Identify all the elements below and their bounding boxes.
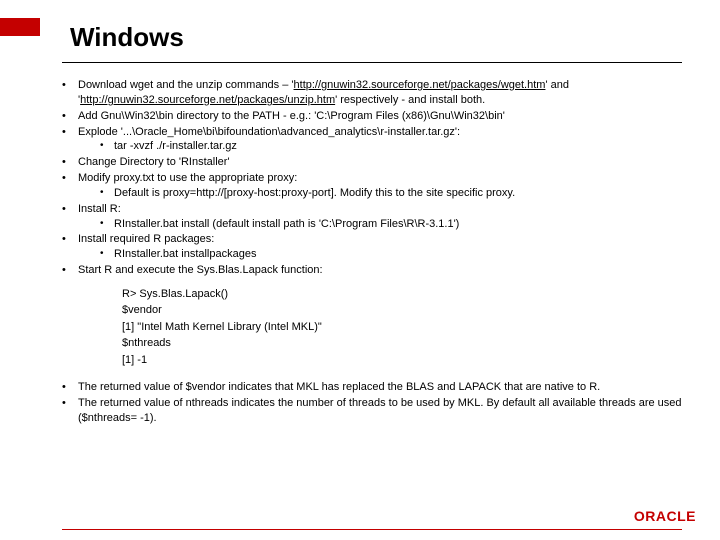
code-line: $nthreads: [122, 335, 682, 352]
sub-list-item: Default is proxy=http://[proxy-host:prox…: [100, 186, 682, 201]
content-area: Download wget and the unzip commands – '…: [62, 78, 682, 427]
footer-notes: The returned value of $vendor indicates …: [62, 380, 682, 426]
list-item: Explode '...\Oracle_Home\bi\bifoundation…: [62, 125, 682, 155]
hyperlink[interactable]: http://gnuwin32.sourceforge.net/packages…: [294, 79, 546, 91]
code-line: [1] "Intel Math Kernel Library (Intel MK…: [122, 319, 682, 336]
list-item: Change Directory to 'RInstaller': [62, 155, 682, 170]
sub-list-item: RInstaller.bat installpackages: [100, 247, 682, 262]
brand-logo: ORACLE: [634, 508, 696, 524]
list-item: The returned value of nthreads indicates…: [62, 396, 682, 426]
code-line: [1] -1: [122, 352, 682, 369]
sub-list-item: tar -xvzf ./r-installer.tar.gz: [100, 139, 682, 154]
list-item: Modify proxy.txt to use the appropriate …: [62, 171, 682, 201]
hyperlink[interactable]: http://gnuwin32.sourceforge.net/packages…: [80, 94, 335, 106]
code-output: R> Sys.Blas.Lapack()$vendor[1] "Intel Ma…: [122, 286, 682, 369]
code-line: $vendor: [122, 302, 682, 319]
accent-block: [0, 18, 40, 36]
list-item: Start R and execute the Sys.Blas.Lapack …: [62, 263, 682, 278]
code-line: R> Sys.Blas.Lapack(): [122, 286, 682, 303]
list-item: Install required R packages:RInstaller.b…: [62, 232, 682, 262]
list-item: Add Gnu\Win32\bin directory to the PATH …: [62, 109, 682, 124]
instruction-list: Download wget and the unzip commands – '…: [62, 78, 682, 278]
list-item: The returned value of $vendor indicates …: [62, 380, 682, 395]
sub-list-item: RInstaller.bat install (default install …: [100, 217, 682, 232]
list-item: Download wget and the unzip commands – '…: [62, 78, 682, 108]
page-title: Windows: [70, 22, 184, 53]
title-divider: [62, 62, 682, 63]
footer-divider: [62, 529, 682, 530]
list-item: Install R:RInstaller.bat install (defaul…: [62, 202, 682, 232]
